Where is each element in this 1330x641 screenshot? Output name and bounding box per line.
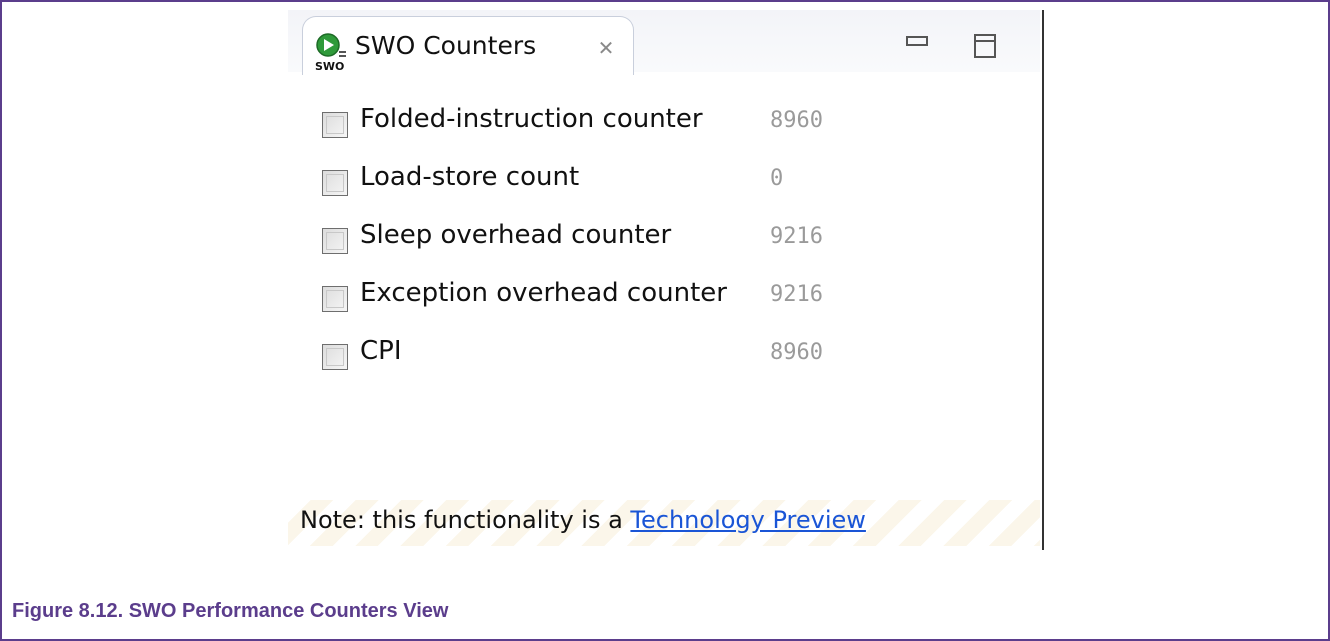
counter-list: Folded-instruction counter 8960 Load-sto… bbox=[322, 104, 1042, 394]
counter-row-cpi: CPI 8960 bbox=[322, 336, 1042, 394]
technology-preview-link[interactable]: Technology Preview bbox=[630, 506, 866, 534]
counter-label: Folded-instruction counter bbox=[360, 104, 703, 134]
counter-label: CPI bbox=[360, 336, 402, 366]
swo-run-icon: SWO bbox=[315, 33, 347, 73]
counter-row-folded-instruction: Folded-instruction counter 8960 bbox=[322, 104, 1042, 162]
view-divider bbox=[1042, 10, 1044, 550]
counter-row-sleep-overhead: Sleep overhead counter 9216 bbox=[322, 220, 1042, 278]
minimize-icon[interactable] bbox=[906, 36, 928, 46]
counter-row-load-store: Load-store count 0 bbox=[322, 162, 1042, 220]
swo-counters-view: SWO SWO Counters ✕ Folded-instruction co… bbox=[288, 10, 1044, 550]
counter-value: 8960 bbox=[770, 108, 823, 133]
counter-checkbox[interactable] bbox=[322, 112, 348, 138]
note-prefix: Note: this functionality is a bbox=[300, 506, 631, 534]
counter-checkbox[interactable] bbox=[322, 344, 348, 370]
counter-value: 0 bbox=[770, 166, 784, 191]
figure-caption: Figure 8.12. SWO Performance Counters Vi… bbox=[12, 600, 449, 622]
counter-checkbox[interactable] bbox=[322, 228, 348, 254]
svg-text:SWO: SWO bbox=[315, 60, 344, 73]
view-tab-bar: SWO SWO Counters ✕ bbox=[288, 10, 1040, 75]
close-icon[interactable]: ✕ bbox=[595, 37, 617, 59]
note-bar: Note: this functionality is a Technology… bbox=[288, 500, 1040, 546]
counter-row-exception-overhead: Exception overhead counter 9216 bbox=[322, 278, 1042, 336]
counter-label: Sleep overhead counter bbox=[360, 220, 672, 250]
counter-value: 9216 bbox=[770, 224, 823, 249]
tab-swo-counters[interactable]: SWO SWO Counters ✕ bbox=[302, 16, 634, 75]
counter-checkbox[interactable] bbox=[322, 286, 348, 312]
counter-value: 9216 bbox=[770, 282, 823, 307]
counter-label: Load-store count bbox=[360, 162, 580, 192]
maximize-icon[interactable] bbox=[974, 34, 996, 58]
counter-value: 8960 bbox=[770, 340, 823, 365]
counter-label: Exception overhead counter bbox=[360, 278, 727, 308]
note-text: Note: this functionality is a Technology… bbox=[300, 506, 866, 534]
tab-title: SWO Counters bbox=[355, 31, 537, 60]
counter-checkbox[interactable] bbox=[322, 170, 348, 196]
